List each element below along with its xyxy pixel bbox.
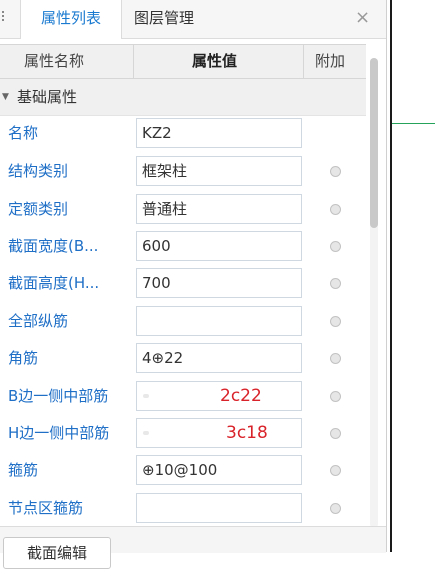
header-divider — [133, 45, 134, 78]
header-value: 属性值 — [192, 52, 238, 70]
property-value-field[interactable]: 700 — [136, 268, 302, 298]
extra-checkbox[interactable] — [330, 278, 341, 289]
panel-divider[interactable] — [390, 0, 392, 552]
property-value-field[interactable]: ⊕10@100 — [136, 455, 302, 485]
section-edit-button[interactable]: 截面编辑 — [3, 537, 111, 569]
properties-panel: 属性列表 图层管理 × 属性名称 属性值 附加 ▼ 基础属性 名称 KZ2 结构类别… — [0, 0, 386, 569]
extra-checkbox[interactable] — [330, 166, 341, 177]
property-value: 框架柱 — [142, 162, 188, 180]
close-icon[interactable]: × — [355, 8, 370, 28]
table-row: B边一侧中部筋 2c22 — [0, 378, 366, 415]
drag-handle-icon[interactable] — [2, 11, 6, 25]
table-row: 定额类别 普通柱 — [0, 191, 366, 228]
property-label: B边一侧中部筋 — [8, 387, 109, 405]
redaction-mark — [143, 431, 149, 435]
extra-checkbox[interactable] — [330, 241, 341, 252]
tab-bar: 属性列表 图层管理 × — [0, 0, 386, 39]
header-name: 属性名称 — [24, 52, 85, 70]
collapse-triangle-icon[interactable]: ▼ — [2, 92, 9, 102]
header-divider — [303, 45, 304, 78]
extra-checkbox[interactable] — [330, 353, 341, 364]
header-extra: 附加 — [315, 52, 346, 70]
property-value: ⊕10@100 — [142, 461, 218, 479]
table-row: 全部纵筋 — [0, 303, 366, 340]
table-row: H边一侧中部筋 3c18 — [0, 415, 366, 452]
extra-checkbox[interactable] — [330, 503, 341, 514]
property-label: H边一侧中部筋 — [8, 424, 110, 442]
property-value-field[interactable] — [136, 493, 302, 523]
table-header: 属性名称 属性值 附加 — [0, 44, 366, 79]
property-value-field[interactable]: 600 — [136, 231, 302, 261]
property-value-field[interactable]: KZ2 — [136, 118, 302, 148]
property-value-field[interactable] — [136, 418, 302, 448]
table-row: 截面高度(H... 700 — [0, 265, 366, 302]
table-row: 节点区箍筋 — [0, 490, 366, 527]
property-value: KZ2 — [142, 124, 172, 142]
property-label: 箍筋 — [8, 461, 39, 479]
property-label: 全部纵筋 — [8, 312, 69, 330]
bottom-bar: 截面编辑 — [0, 526, 386, 569]
vertical-scrollbar[interactable] — [370, 58, 378, 528]
property-value-field[interactable] — [136, 381, 302, 411]
extra-checkbox[interactable] — [330, 428, 341, 439]
group-label: 基础属性 — [17, 88, 78, 106]
tab-layers[interactable]: 图层管理 — [134, 0, 194, 38]
extra-checkbox[interactable] — [330, 316, 341, 327]
red-annotation: 2c22 — [220, 386, 262, 406]
property-value: 4⊕22 — [142, 349, 184, 367]
property-value: 普通柱 — [142, 200, 188, 218]
property-value-field[interactable] — [136, 306, 302, 336]
property-label: 角筋 — [8, 349, 39, 367]
property-label: 节点区箍筋 — [8, 499, 84, 517]
property-label: 定额类别 — [8, 200, 69, 218]
property-value-field[interactable]: 4⊕22 — [136, 343, 302, 373]
property-value-field[interactable]: 普通柱 — [136, 194, 302, 224]
extra-checkbox[interactable] — [330, 391, 341, 402]
extra-checkbox[interactable] — [330, 465, 341, 476]
canvas-axis-line — [392, 123, 435, 124]
property-label: 截面高度(H... — [8, 274, 100, 292]
property-label: 名称 — [8, 124, 39, 142]
property-label: 结构类别 — [8, 162, 69, 180]
property-value: 600 — [142, 237, 171, 255]
property-label: 截面宽度(B... — [8, 237, 99, 255]
property-value-field[interactable]: 框架柱 — [136, 156, 302, 186]
redaction-mark — [143, 394, 149, 398]
table-row: 结构类别 框架柱 — [0, 153, 366, 190]
tab-properties[interactable]: 属性列表 — [20, 0, 122, 39]
extra-checkbox[interactable] — [330, 204, 341, 215]
red-annotation: 3c18 — [226, 423, 268, 443]
group-basic-properties[interactable]: ▼ 基础属性 — [0, 79, 366, 116]
table-row: 截面宽度(B... 600 — [0, 228, 366, 265]
table-row: 箍筋 ⊕10@100 — [0, 452, 366, 489]
panel-border — [386, 0, 387, 552]
property-value: 700 — [142, 274, 171, 292]
table-row: 名称 KZ2 — [0, 115, 366, 152]
scrollbar-thumb[interactable] — [370, 58, 378, 228]
table-row: 角筋 4⊕22 — [0, 340, 366, 377]
